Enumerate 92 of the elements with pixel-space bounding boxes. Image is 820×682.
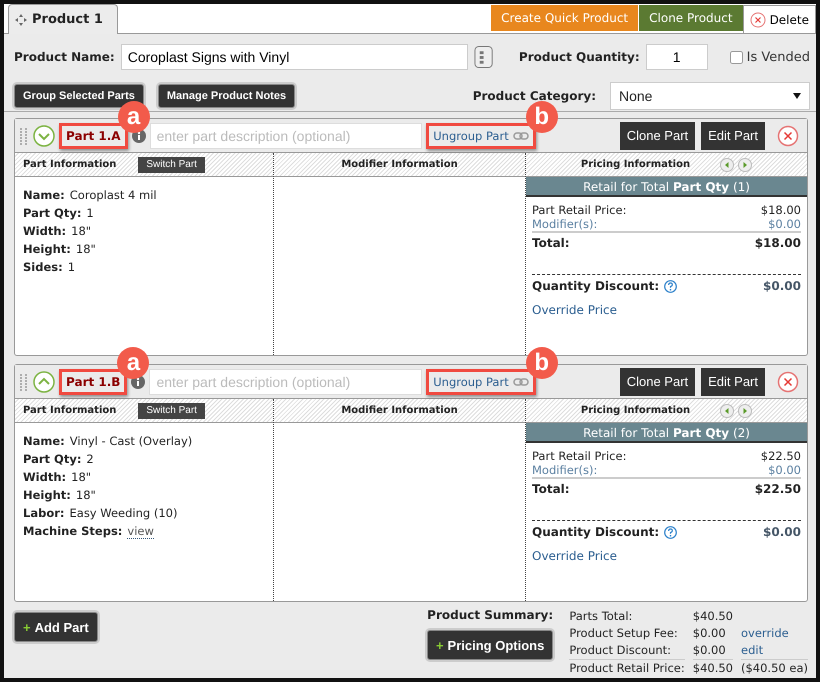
part-detail: Name: Coroplast 4 mil (23, 187, 158, 203)
product-name-field[interactable]: Coroplast Signs with Vinyl (120, 44, 468, 70)
summary-note: ($40.50 ea) (741, 659, 808, 677)
chevron-down-icon[interactable] (33, 124, 55, 146)
delete-button[interactable]: Delete (742, 5, 816, 33)
total-label: Total: (532, 236, 570, 250)
pricing-options-button[interactable]: + Pricing Options (426, 630, 554, 660)
pricing-banner: Retail for Total Part Qty (1) (526, 177, 807, 197)
description-field[interactable]: enter part description (optional) (149, 368, 422, 394)
summary-value: $0.00 (692, 625, 727, 642)
override-price-link[interactable]: Override Price (532, 303, 801, 317)
remove-icon[interactable] (777, 124, 799, 146)
part-button[interactable]: Clone Part (620, 122, 696, 150)
ungroup-part-link[interactable]: Ungroup Part (426, 368, 536, 394)
switch-part-button[interactable]: Switch Part (138, 402, 205, 418)
column-header: Modifier Information (274, 399, 525, 423)
info-icon[interactable] (132, 128, 146, 142)
field-label: Product Name: (14, 50, 115, 64)
part-button[interactable]: Edit Part (701, 368, 765, 396)
add-part-button[interactable]: + Add Part (14, 612, 98, 642)
toolbar-button[interactable]: Manage Product Notes (158, 84, 296, 108)
ungroup-part-link[interactable]: Ungroup Part (426, 122, 536, 148)
price-value: $0.00 (768, 217, 801, 231)
price-label: Part Retail Price: (532, 449, 626, 463)
discount-label: Quantity Discount: (532, 279, 660, 293)
price-value: $22.50 (760, 449, 801, 463)
close-icon (750, 12, 766, 28)
part-detail: Name: Vinyl - Cast (Overlay) (23, 433, 194, 449)
part-detail: Height: 18" (23, 241, 97, 257)
quantity-field[interactable]: 1 (646, 44, 708, 70)
checkbox-label: Is Vended (746, 50, 810, 64)
link-icon (512, 378, 529, 386)
summary-value: $40.50 (692, 608, 733, 625)
price-label: Part Retail Price: (532, 203, 626, 217)
price-label[interactable]: Modifier(s): (532, 217, 598, 231)
summary-label: Product Setup Fee: (569, 625, 679, 642)
view-link[interactable]: view (127, 524, 154, 539)
part-button[interactable]: Clone Part (620, 368, 696, 396)
drag-handle-icon[interactable] (19, 372, 29, 390)
column-title: Pricing Information (580, 159, 690, 170)
summary-value: $0.00 (692, 642, 727, 659)
override-price-link[interactable]: Override Price (532, 549, 801, 563)
drag-handle-icon[interactable] (19, 126, 29, 144)
move-icon[interactable] (15, 14, 27, 26)
total-value: $18.00 (754, 236, 801, 250)
part-detail: Height: 18" (23, 487, 97, 503)
header-button[interactable]: Clone Product (638, 5, 743, 31)
part-detail: Width: 18" (23, 469, 92, 485)
checkbox[interactable] (730, 50, 743, 64)
price-label[interactable]: Modifier(s): (532, 463, 598, 477)
part-detail: Sides: 1 (23, 259, 76, 275)
part-detail: Width: 18" (23, 223, 92, 239)
field-label: Product Quantity: (518, 50, 640, 64)
column-title: Pricing Information (580, 405, 690, 416)
price-value: $18.00 (760, 203, 801, 217)
part-detail: Part Qty: 1 (23, 205, 95, 221)
summary-action-link[interactable]: override (741, 625, 808, 642)
pricing-banner: Retail for Total Part Qty (2) (526, 423, 807, 443)
summary-label: Product Retail Price: (569, 659, 685, 677)
description-field[interactable]: enter part description (optional) (150, 122, 422, 148)
column-header: Modifier Information (274, 153, 525, 177)
field-label: Product Category: (472, 88, 596, 102)
callout-badge: b (526, 100, 558, 132)
discount-value: $0.00 (763, 525, 801, 539)
summary-title: Product Summary: (427, 608, 554, 622)
part-button[interactable]: Edit Part (701, 122, 765, 150)
summary-action-link[interactable]: edit (741, 642, 808, 659)
summary-value: $40.50 (692, 659, 733, 677)
part-detail: Machine Steps: view (23, 523, 155, 539)
column-title: Part Information (23, 159, 116, 170)
discount-value: $0.00 (763, 279, 801, 293)
toolbar-button[interactable]: Group Selected Parts (14, 84, 144, 108)
summary-label: Parts Total: (569, 608, 634, 625)
link-icon (512, 132, 529, 140)
switch-part-button[interactable]: Switch Part (138, 156, 205, 172)
category-select[interactable]: None (610, 82, 810, 110)
summary-label: Product Discount: (569, 642, 672, 659)
total-label: Total: (532, 482, 570, 496)
part-detail: Part Qty: 2 (23, 451, 95, 467)
part-detail: Labor: Easy Weeding (10) (23, 505, 178, 521)
dropdown-caret-icon (793, 92, 801, 98)
price-value: $0.00 (768, 463, 801, 477)
help-icon[interactable] (664, 280, 678, 292)
column-title: Part Information (23, 405, 116, 416)
help-icon[interactable] (664, 526, 678, 538)
product-tab[interactable]: Product 1 (8, 4, 118, 34)
remove-icon[interactable] (777, 370, 799, 392)
chevron-up-icon[interactable] (33, 370, 55, 392)
total-value: $22.50 (754, 482, 801, 496)
info-icon[interactable] (131, 374, 146, 388)
list-icon[interactable] (474, 45, 493, 69)
discount-label: Quantity Discount: (532, 525, 660, 539)
